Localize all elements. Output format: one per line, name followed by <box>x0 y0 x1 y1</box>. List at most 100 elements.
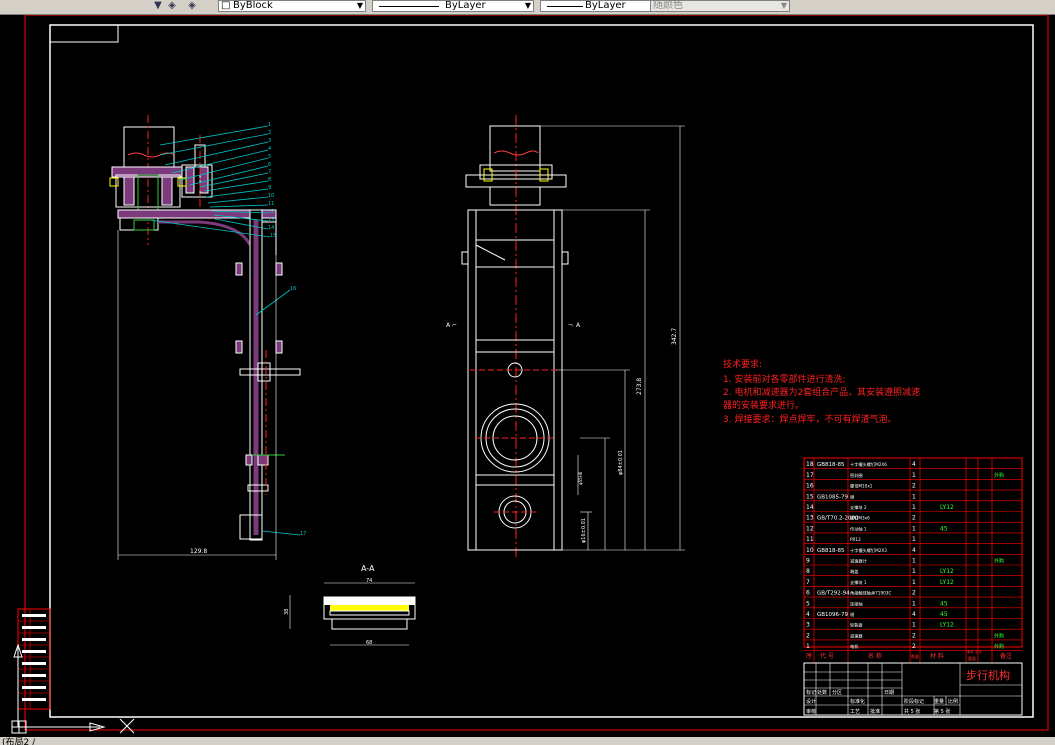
technical-notes: 技术要求: 1. 安装前对各零部件进行清洗; 2. 电机和减速器为2套组合产品，… <box>723 358 920 425</box>
bom-cell-qty: 1 <box>912 558 916 565</box>
tb-scale: 比例 <box>948 698 958 705</box>
bom-cell-name: 端盖 <box>850 568 858 575</box>
tb-marks: 标记 <box>806 689 816 696</box>
callout-label: 2 <box>268 130 271 136</box>
revision-strip <box>17 608 51 710</box>
title-block: 处数 分区 日期 标记 设计 标准化 审核 工艺 批准 阶段标记 重量 比例 共… <box>803 662 1023 716</box>
bom-cell-name: 支撑块 2 <box>850 504 867 511</box>
bom-cell-name: 传动轴 1 <box>850 525 867 532</box>
linetype-sample <box>379 6 439 7</box>
bom-cell-qty: 1 <box>912 568 916 575</box>
dim-bore: φ84±0.01 <box>618 450 624 475</box>
bom-cell-code: GB818-85 <box>817 548 845 554</box>
bom-cell-no: 10 <box>806 547 814 554</box>
bom-cell-no: 2 <box>806 632 810 639</box>
view-arrow-right-mark: ¬ <box>568 322 573 329</box>
view-arrow-left: A <box>446 322 451 329</box>
bom-cell-no: 8 <box>806 568 810 575</box>
bom-table: 18 GB818-85 十字槽头螺钉M2X6 417 密封圈 1 外购16 螺母M10x1 21… <box>803 457 1023 664</box>
bom-cell-note: 外购 <box>994 632 1004 639</box>
side-view: 1 2 3 4 5 6 7 8 9 10 11 12 13 14 15 16 1… <box>109 115 306 560</box>
bom-cell-qty: 1 <box>912 600 916 607</box>
color-combo[interactable]: □ ByBlock ▼ <box>218 0 366 12</box>
bom-cell-name: 键 <box>850 493 855 500</box>
section-view: A-A 74 68 38 <box>284 564 416 646</box>
notes-line: 3. 焊接要求：焊点焊牢，不可有焊渣气泡。 <box>723 413 896 425</box>
bom-cell-code: GB1085-79 <box>817 494 849 500</box>
bom-cell-qty: 2 <box>912 643 916 650</box>
tb-check: 审核 <box>806 708 816 715</box>
dim-total-height: 342.7 <box>671 328 678 345</box>
bom-cell-mat: LY12 <box>940 579 954 586</box>
bom-cell-note: 外购 <box>994 558 1004 565</box>
view-arrow-right: A <box>576 322 581 329</box>
bom-cell-no: 7 <box>806 579 810 586</box>
bom-cell-no: 9 <box>806 558 810 565</box>
bom-cell-no: 13 <box>806 515 814 522</box>
layout-tab-label[interactable]: (布局2 / <box>2 737 35 745</box>
plotstyle-combo-value: 随颜色 <box>653 0 683 11</box>
bom-cell-name: 轮毂盘 <box>850 622 863 629</box>
callout-label: 8 <box>268 177 271 183</box>
layout-tabs[interactable]: (布局2 / <box>0 737 1055 745</box>
sheet-outer-border <box>24 15 1049 731</box>
notes-line: 2. 电机和减速器为2套组合产品，其安装遵照减速 <box>723 386 920 398</box>
bom-cell-no: 6 <box>806 590 810 597</box>
bom-cell-name: PR12 <box>850 537 861 542</box>
color-combo-value: ByBlock <box>233 0 273 11</box>
notes-title: 技术要求: <box>723 358 762 370</box>
layer-previous-icon[interactable]: ◈ <box>184 0 200 12</box>
bom-cell-mat: 45 <box>940 600 948 607</box>
callout-label: 11 <box>268 201 274 207</box>
bom-cell-name: 十字槽头螺钉M2X3 <box>850 547 887 554</box>
layers-icon[interactable]: ◈ <box>164 0 180 12</box>
linetype-combo[interactable]: ByLayer ▼ <box>372 0 534 12</box>
bom-cell-no: 17 <box>806 472 814 479</box>
bom-cell-no: 3 <box>806 622 810 629</box>
dim-bottom-bore: φ16±0.01 <box>581 518 587 543</box>
callout-label: 7 <box>268 169 271 175</box>
bom-header-code: 代 号 <box>820 652 834 660</box>
bom-header-no: 序 <box>806 652 812 660</box>
bom-cell-mat: LY12 <box>940 622 954 629</box>
notes-line: 1. 安装前对各零部件进行清洗; <box>723 373 845 385</box>
dim-small: φ55H6 <box>578 471 583 485</box>
bom-cell-no: 14 <box>806 504 814 511</box>
bom-cell-no: 4 <box>806 611 810 618</box>
bom-header-qty: 数量 <box>911 653 919 659</box>
lineweight-combo[interactable]: ByLayer ▼ <box>540 0 664 12</box>
chevron-down-icon: ▼ <box>356 1 363 10</box>
bom-cell-qty: 1 <box>912 493 916 500</box>
bom-cell-qty: 4 <box>912 461 916 468</box>
chevron-down-icon: ▼ <box>780 1 787 10</box>
section-label: A-A <box>361 564 375 573</box>
bom-cell-qty: 1 <box>912 504 916 511</box>
notes-line: 器的安装要求进行。 <box>723 399 804 411</box>
bom-cell-no: 15 <box>806 493 814 500</box>
callout-label: 17 <box>300 531 306 537</box>
bom-cell-name: 连接轴 <box>850 600 863 607</box>
tb-design: 设计 <box>806 698 816 705</box>
bom-cell-qty: 4 <box>912 547 916 554</box>
callout-label: 10 <box>268 193 274 199</box>
callout-label: 6 <box>268 162 271 168</box>
callout-label: 3 <box>268 138 271 144</box>
bom-header-weight: 重量 <box>968 655 976 661</box>
tb-zone: 分区 <box>832 689 842 696</box>
drawing-canvas[interactable]: 1 2 3 4 5 6 7 8 9 10 11 12 13 14 15 16 1… <box>0 15 1055 737</box>
sheet-inner-border <box>49 24 1034 718</box>
bom-cell-mat: LY12 <box>940 504 954 511</box>
bom-cell-note: 外购 <box>994 472 1004 479</box>
plotstyle-combo[interactable]: 随颜色 ▼ <box>650 0 790 12</box>
dim-section-bottom: 68 <box>366 640 372 646</box>
bom-cell-code: GB/T292-94 <box>817 591 850 597</box>
dim-section-height: 38 <box>284 609 290 615</box>
bom-cell-name: 密封圈 <box>850 472 863 479</box>
tb-count: 处数 <box>817 689 827 696</box>
bom-cell-qty: 4 <box>912 611 916 618</box>
bom-cell-note: 外购 <box>994 643 1004 650</box>
tb-stage: 阶段标记 <box>904 698 924 705</box>
callout-label: 16 <box>290 286 296 292</box>
bom-cell-name: 减速器 <box>850 632 863 639</box>
bom-cell-qty: 1 <box>912 525 916 532</box>
